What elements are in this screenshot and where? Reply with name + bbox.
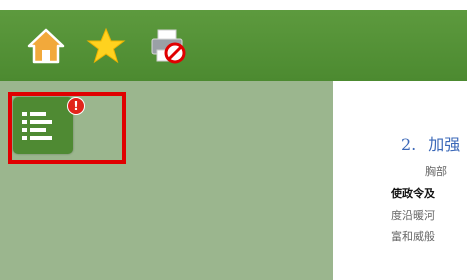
document-line: 胸部	[425, 165, 447, 178]
table-of-contents-icon	[22, 111, 62, 145]
document-line: 使政令及	[391, 187, 435, 200]
section-heading: 2. 加强	[401, 131, 460, 155]
favorite-button[interactable]	[84, 24, 128, 68]
alert-badge: !	[67, 97, 85, 115]
printer-disabled-icon	[147, 26, 189, 66]
heading-text: 加强	[428, 135, 461, 154]
table-of-contents-button[interactable]	[13, 97, 73, 154]
document-line: 富和威般	[391, 230, 435, 243]
home-icon	[26, 27, 66, 65]
top-toolbar	[0, 0, 467, 81]
document-page: 2. 加强 胸部 使政令及 度沿暖河 富和威般	[333, 81, 467, 280]
star-icon	[86, 27, 126, 65]
print-button[interactable]	[146, 24, 190, 68]
home-button[interactable]	[24, 24, 68, 68]
heading-number: 2.	[401, 135, 417, 154]
document-line: 度沿暖河	[391, 209, 435, 222]
